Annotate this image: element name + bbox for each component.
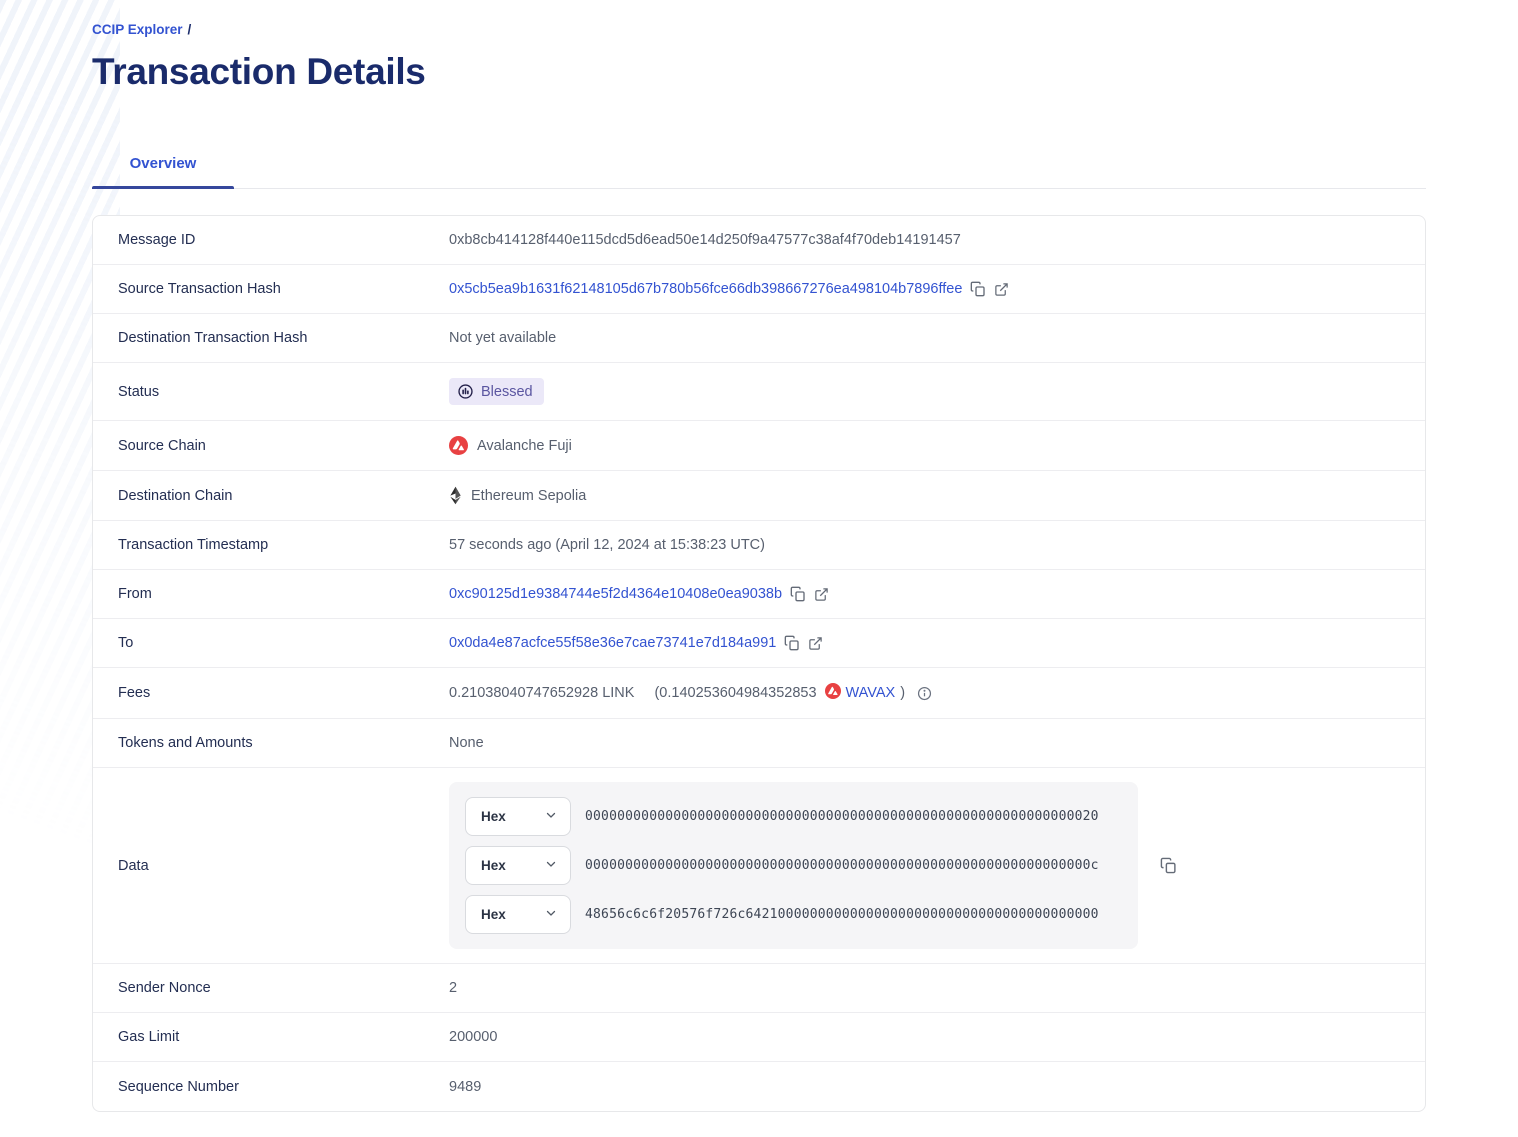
row-label: Fees	[93, 670, 449, 716]
row-label: Destination Transaction Hash	[93, 315, 449, 361]
hex-data-block: Hex 000000000000000000000000000000000000…	[449, 782, 1138, 949]
table-row-dest-tx-hash: Destination Transaction Hash Not yet ava…	[93, 314, 1425, 363]
transaction-details-page: CCIP Explorer / Transaction Details Overv…	[0, 0, 1518, 1112]
chevron-down-icon	[545, 906, 557, 924]
row-label: From	[93, 571, 449, 617]
breadcrumb-separator: /	[188, 22, 192, 37]
row-label: Message ID	[93, 217, 449, 263]
data-format-selected-value: Hex	[481, 907, 506, 922]
data-format-select[interactable]: Hex	[465, 797, 571, 836]
row-label: Sequence Number	[93, 1064, 449, 1110]
row-label: To	[93, 620, 449, 666]
data-format-selected-value: Hex	[481, 809, 506, 824]
message-id-value: 0xb8cb414128f440e115dcd5d6ead50e14d250f9…	[449, 232, 961, 248]
blessed-signal-icon	[457, 383, 474, 400]
source-chain-name: Avalanche Fuji	[477, 438, 572, 454]
chevron-down-icon	[545, 857, 557, 875]
fees-converted-open: (0.140253604984352853	[654, 685, 816, 701]
from-address-link[interactable]: 0xc90125d1e9384744e5f2d4364e10408e0ea903…	[449, 586, 782, 602]
tab-bar: Overview	[92, 145, 1426, 189]
table-row-to: To 0x0da4e87acfce55f58e36e7cae73741e7d18…	[93, 619, 1425, 668]
hex-data-text: 0000000000000000000000000000000000000000…	[585, 809, 1099, 824]
table-row-from: From 0xc90125d1e9384744e5f2d4364e10408e0…	[93, 570, 1425, 619]
table-row-tokens-and-amounts: Tokens and Amounts None	[93, 719, 1425, 768]
row-label: Data	[93, 843, 449, 889]
tab-overview[interactable]: Overview	[117, 145, 209, 188]
ethereum-logo-icon	[449, 486, 462, 505]
table-row-data: Data Hex 0000000000000000000000000000000…	[93, 768, 1425, 964]
hex-data-line: Hex 000000000000000000000000000000000000…	[465, 846, 1122, 885]
fees-converted-close: )	[900, 685, 905, 701]
external-link-icon[interactable]	[994, 282, 1009, 297]
status-badge-label: Blessed	[481, 384, 533, 400]
sequence-number-value: 9489	[449, 1079, 481, 1095]
external-link-icon[interactable]	[814, 587, 829, 602]
avalanche-logo-icon	[449, 436, 468, 455]
copy-icon[interactable]	[784, 635, 800, 651]
transaction-details-table: Message ID 0xb8cb414128f440e115dcd5d6ead…	[92, 215, 1426, 1112]
fees-amount: 0.21038040747652928 LINK	[449, 685, 634, 701]
wavax-token-icon	[825, 683, 841, 703]
table-row-source-tx-hash: Source Transaction Hash 0x5cb5ea9b1631f6…	[93, 265, 1425, 314]
hex-data-text: 0000000000000000000000000000000000000000…	[585, 858, 1099, 873]
page-title: Transaction Details	[92, 51, 1426, 93]
external-link-icon[interactable]	[808, 636, 823, 651]
wavax-token-link[interactable]: WAVAX	[846, 685, 896, 701]
row-label: Sender Nonce	[93, 965, 449, 1011]
table-row-source-chain: Source Chain Avalanche Fuji	[93, 421, 1425, 471]
table-row-dest-chain: Destination Chain Ethereum Sepolia	[93, 471, 1425, 521]
table-row-sequence-number: Sequence Number 9489	[93, 1062, 1425, 1111]
row-label: Source Chain	[93, 423, 449, 469]
hex-data-line: Hex 48656c6c6f20576f726c6421000000000000…	[465, 895, 1122, 934]
table-row-sender-nonce: Sender Nonce 2	[93, 964, 1425, 1013]
status-badge: Blessed	[449, 378, 544, 405]
row-label: Gas Limit	[93, 1014, 449, 1060]
table-row-gas-limit: Gas Limit 200000	[93, 1013, 1425, 1062]
table-row-timestamp: Transaction Timestamp 57 seconds ago (Ap…	[93, 521, 1425, 570]
row-label: Tokens and Amounts	[93, 720, 449, 766]
row-label: Source Transaction Hash	[93, 266, 449, 312]
sender-nonce-value: 2	[449, 980, 457, 996]
data-format-select[interactable]: Hex	[465, 846, 571, 885]
data-format-selected-value: Hex	[481, 858, 506, 873]
info-icon[interactable]	[917, 686, 932, 701]
table-row-fees: Fees 0.21038040747652928 LINK (0.1402536…	[93, 668, 1425, 719]
timestamp-value: 57 seconds ago (April 12, 2024 at 15:38:…	[449, 537, 765, 553]
copy-icon[interactable]	[970, 281, 986, 297]
hex-data-text: 48656c6c6f20576f726c64210000000000000000…	[585, 907, 1099, 922]
to-address-link[interactable]: 0x0da4e87acfce55f58e36e7cae73741e7d184a9…	[449, 635, 776, 651]
source-tx-hash-link[interactable]: 0x5cb5ea9b1631f62148105d67b780b56fce66db…	[449, 281, 962, 297]
breadcrumb-link-ccip-explorer[interactable]: CCIP Explorer	[92, 22, 183, 37]
dest-tx-hash-value: Not yet available	[449, 330, 556, 346]
row-label: Status	[93, 369, 449, 415]
hex-data-line: Hex 000000000000000000000000000000000000…	[465, 797, 1122, 836]
copy-data-icon[interactable]	[1160, 857, 1177, 874]
copy-icon[interactable]	[790, 586, 806, 602]
tokens-and-amounts-value: None	[449, 735, 484, 751]
table-row-message-id: Message ID 0xb8cb414128f440e115dcd5d6ead…	[93, 216, 1425, 265]
row-label: Destination Chain	[93, 473, 449, 519]
gas-limit-value: 200000	[449, 1029, 497, 1045]
data-format-select[interactable]: Hex	[465, 895, 571, 934]
dest-chain-name: Ethereum Sepolia	[471, 488, 586, 504]
table-row-status: Status Blessed	[93, 363, 1425, 421]
chevron-down-icon	[545, 808, 557, 826]
breadcrumb: CCIP Explorer /	[92, 22, 1426, 37]
row-label: Transaction Timestamp	[93, 522, 449, 568]
